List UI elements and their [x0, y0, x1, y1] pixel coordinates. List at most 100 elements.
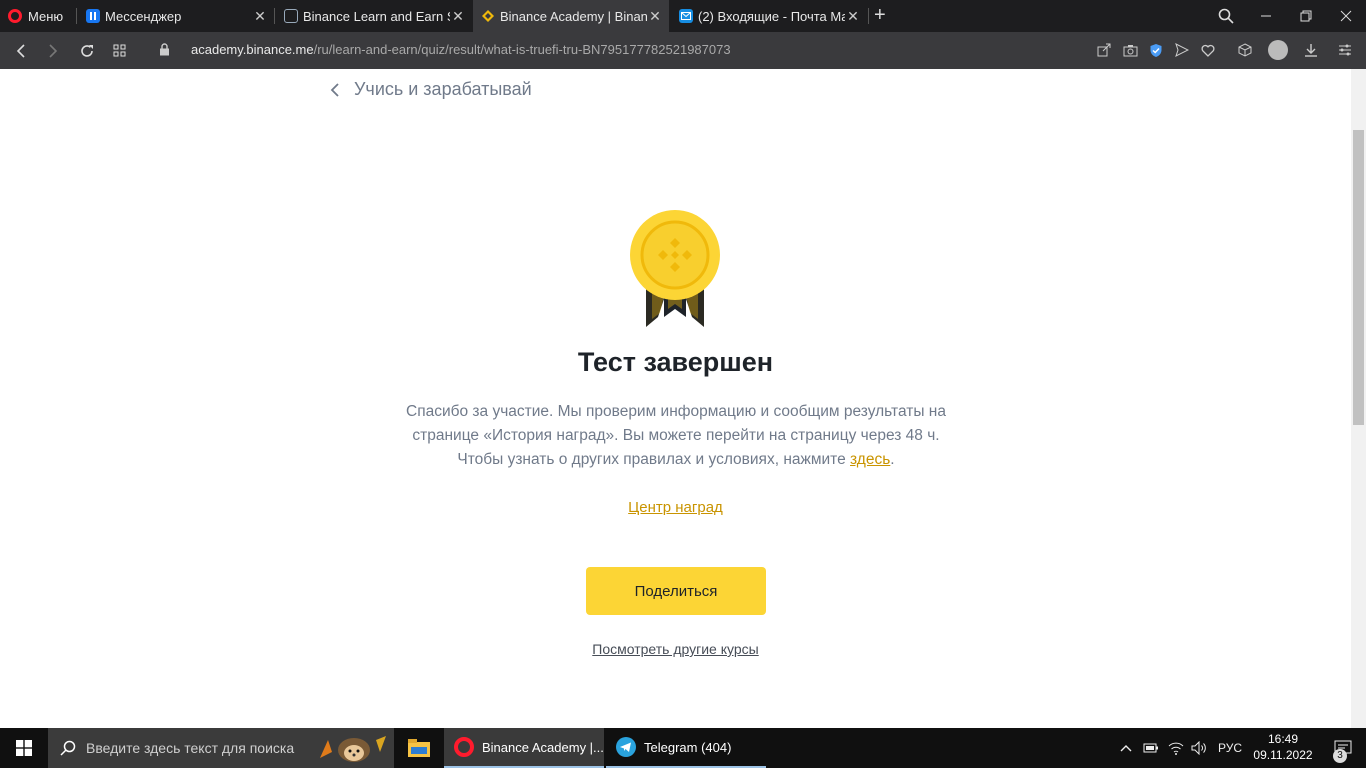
messenger-icon: [86, 9, 100, 23]
volume-icon: [1191, 741, 1206, 755]
download-icon: [1305, 44, 1317, 57]
tab-messenger[interactable]: Мессенджер ✕: [78, 0, 274, 32]
page-content: Учись и зарабатывай Тест завершен Спасиб…: [0, 69, 1351, 728]
windows-taskbar: Введите здесь текст для поиска Binance A…: [0, 728, 1366, 768]
taskbar-telegram[interactable]: Telegram (404): [606, 728, 766, 768]
medal-icon: [630, 210, 720, 327]
cube-icon: [1238, 43, 1252, 57]
profile-avatar[interactable]: [1268, 40, 1288, 60]
language-indicator[interactable]: РУС: [1218, 728, 1244, 768]
close-window-button[interactable]: [1326, 0, 1366, 32]
search-tabs-button[interactable]: [1206, 0, 1246, 32]
close-tab-icon[interactable]: ✕: [450, 8, 466, 25]
bookmark-button[interactable]: [1199, 41, 1217, 59]
back-button[interactable]: [8, 32, 34, 69]
close-icon: [1340, 10, 1352, 22]
telegram-icon: [616, 737, 636, 757]
downloads-button[interactable]: [1302, 41, 1320, 59]
battery-icon: [1143, 743, 1158, 753]
search-placeholder: Введите здесь текст для поиска: [86, 740, 295, 756]
taskbar-opera-binance[interactable]: Binance Academy |...: [444, 728, 604, 768]
close-tab-icon[interactable]: ✕: [647, 8, 663, 25]
tab-separator: [76, 8, 77, 24]
description-end: .: [890, 451, 895, 468]
restore-icon: [1300, 10, 1312, 22]
new-tab-button[interactable]: +: [874, 4, 886, 27]
reload-button[interactable]: [74, 32, 100, 69]
notification-count-badge: 3: [1333, 749, 1347, 763]
volume-button[interactable]: [1191, 728, 1209, 768]
minimize-icon: [1261, 15, 1271, 17]
taskbar-item-label: Telegram (404): [644, 739, 732, 755]
url-field[interactable]: academy.binance.me/ru/learn-and-earn/qui…: [191, 42, 731, 57]
url-path: /ru/learn-and-earn/quiz/result/what-is-t…: [313, 42, 731, 57]
hedgehog-doodle-icon: [320, 736, 386, 762]
share-page-button[interactable]: [1095, 41, 1113, 59]
tab-title: (2) Входящие - Почта Mail.ru: [698, 8, 845, 24]
tab-binance-academy[interactable]: Binance Academy | Binance ✕: [473, 0, 669, 32]
reload-icon: [81, 44, 93, 57]
tab-title: Binance Academy | Binance: [500, 8, 647, 24]
easy-setup-icon: [1339, 44, 1351, 56]
back-link-label: Учись и зарабатывай: [354, 79, 532, 99]
search-icon: [1218, 8, 1234, 24]
other-courses-link[interactable]: Посмотреть другие курсы: [0, 641, 1351, 657]
address-bar: academy.binance.me/ru/learn-and-earn/qui…: [0, 32, 1366, 69]
camera-icon: [1123, 44, 1137, 56]
start-button[interactable]: [0, 728, 48, 768]
tab-binance-learn[interactable]: Binance Learn and Earn SKL ✕: [276, 0, 472, 32]
file-explorer-icon: [408, 739, 430, 757]
browser-tab-bar: Меню Мессенджер ✕ Binance Learn and Earn…: [0, 0, 1366, 32]
extensions-button[interactable]: [1236, 41, 1254, 59]
url-host: academy.binance.me: [191, 42, 314, 57]
tab-title: Мессенджер: [105, 8, 182, 24]
lock-icon: [160, 43, 169, 56]
learn-tab-icon: [284, 9, 298, 23]
opera-menu-button[interactable]: Меню: [8, 0, 63, 32]
vpn-shield-button[interactable]: [1147, 41, 1165, 59]
scrollbar-thumb[interactable]: [1353, 130, 1364, 425]
tabs-grid-icon: [113, 44, 125, 57]
tab-mail[interactable]: (2) Входящие - Почта Mail.ru ✕: [671, 0, 867, 32]
minimize-button[interactable]: [1246, 0, 1286, 32]
menu-label: Меню: [28, 8, 64, 24]
share-button[interactable]: Поделиться: [586, 567, 766, 615]
opera-icon: [8, 9, 22, 23]
rewards-center-link[interactable]: Центр наград: [628, 499, 723, 516]
wifi-icon: [1168, 742, 1184, 755]
tab-separator: [274, 8, 275, 24]
terms-link[interactable]: здесь: [850, 451, 890, 468]
back-icon: [16, 43, 25, 58]
file-explorer-button[interactable]: [402, 728, 438, 768]
network-button[interactable]: [1168, 728, 1186, 768]
easy-setup-button[interactable]: [1336, 41, 1354, 59]
search-icon: [60, 740, 76, 756]
rewards-center-row: Центр наград: [0, 499, 1351, 516]
taskbar-clock[interactable]: 16:49 09.11.2022: [1248, 731, 1318, 763]
binance-tab-icon: [481, 9, 495, 23]
forward-button[interactable]: [40, 32, 66, 69]
battery-button[interactable]: [1143, 728, 1161, 768]
snapshot-button[interactable]: [1121, 41, 1139, 59]
send-icon: [1175, 43, 1189, 57]
restore-button[interactable]: [1286, 0, 1326, 32]
back-to-learn-and-earn-link[interactable]: Учись и зарабатывай: [330, 79, 532, 100]
opera-icon: [454, 737, 474, 757]
mail-tab-icon: [679, 9, 693, 23]
taskbar-item-label: Binance Academy |...: [482, 739, 604, 755]
close-tab-icon[interactable]: ✕: [252, 8, 268, 25]
clock-date: 09.11.2022: [1253, 748, 1313, 762]
share-icon: [1097, 43, 1111, 57]
page-title: Тест завершен: [577, 347, 774, 377]
taskbar-search-box[interactable]: Введите здесь текст для поиска: [48, 728, 394, 768]
windows-icon: [16, 740, 32, 756]
close-tab-icon[interactable]: ✕: [845, 8, 861, 25]
shield-icon: [1150, 43, 1162, 57]
send-to-flow-button[interactable]: [1173, 41, 1191, 59]
tab-separator: [868, 8, 869, 24]
tabs-grid-button[interactable]: [106, 32, 132, 69]
chevron-left-icon: [330, 82, 339, 97]
clock-time: 16:49: [1267, 732, 1299, 746]
forward-icon: [49, 43, 58, 58]
show-hidden-icons-button[interactable]: [1120, 728, 1134, 768]
